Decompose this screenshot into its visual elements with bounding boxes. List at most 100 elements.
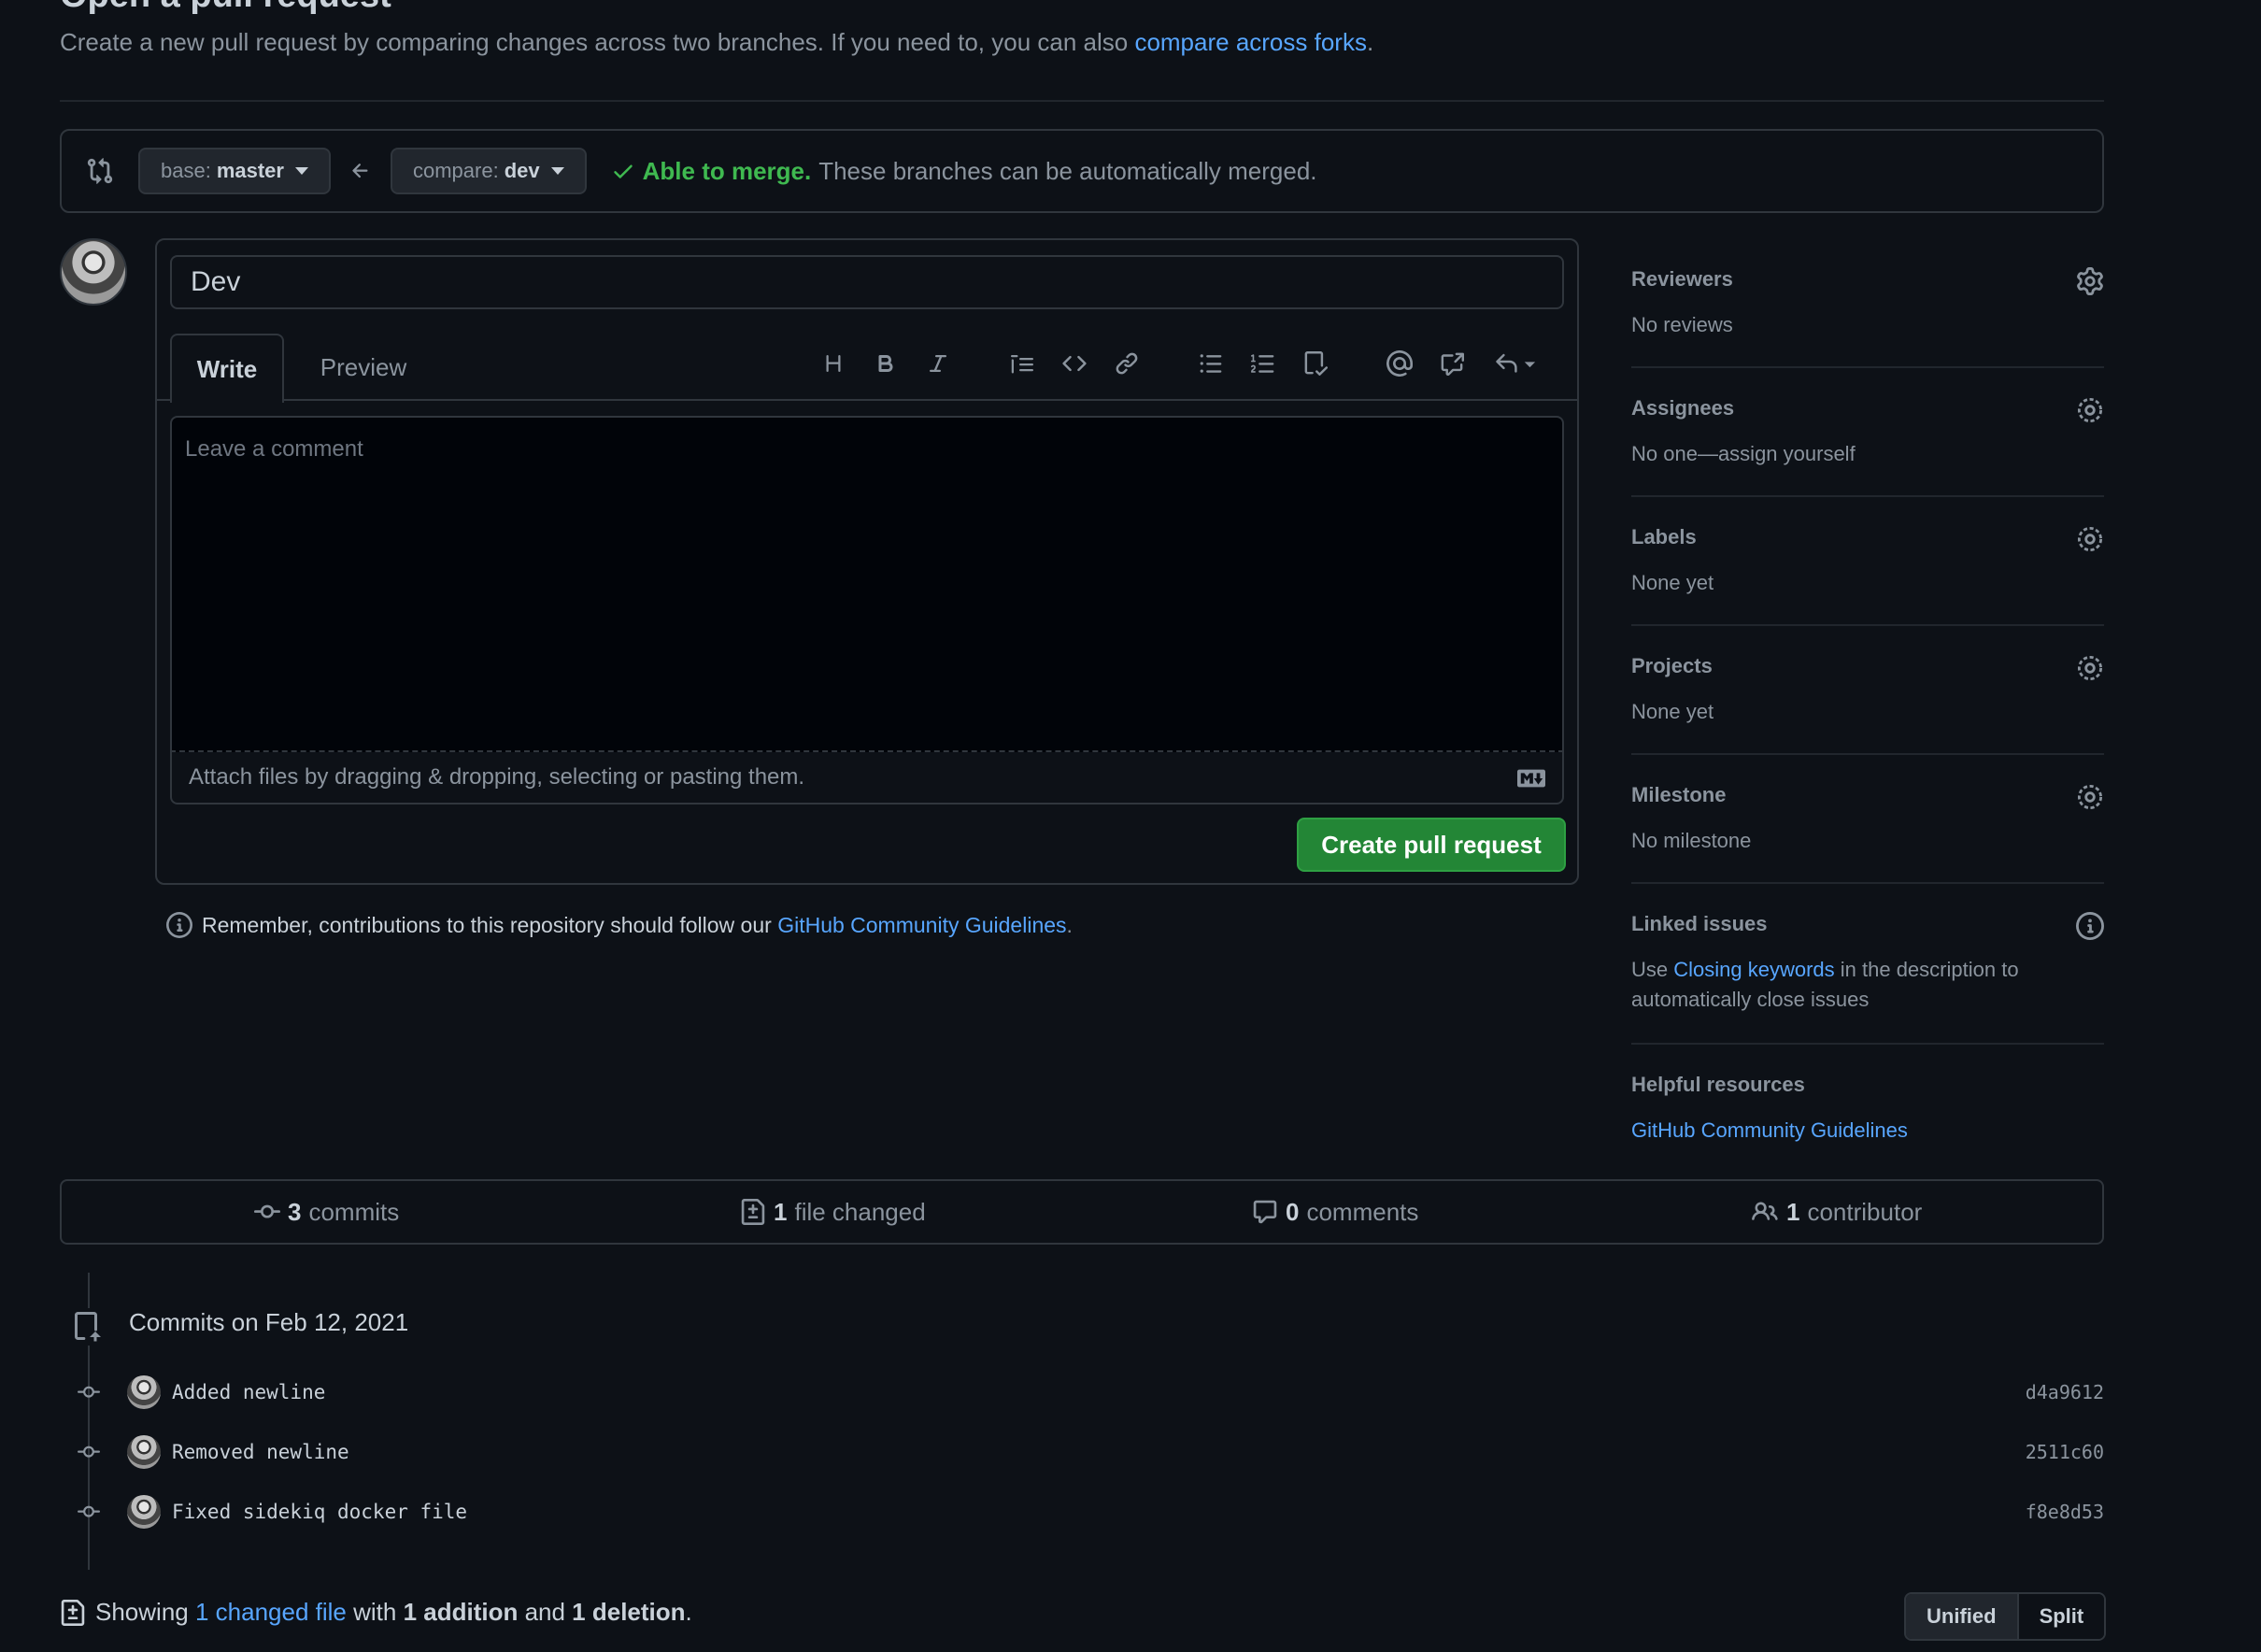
italic-icon[interactable] [919, 345, 957, 382]
avatar[interactable] [127, 1375, 161, 1409]
contribution-reminder: Remember, contributions to this reposito… [166, 912, 1073, 938]
link-icon[interactable] [1108, 345, 1145, 382]
files-changed-stat[interactable]: 1 file changed [740, 1181, 926, 1243]
commit-row[interactable]: Added newline d4a9612 [75, 1374, 2104, 1411]
comments-count: 0 [1286, 1197, 1300, 1226]
check-icon [611, 159, 635, 183]
reviewers-value: No reviews [1631, 313, 1733, 336]
split-view-button[interactable]: Split [2016, 1594, 2105, 1639]
sidebar-divider [1631, 495, 2104, 497]
compare-branch-button[interactable]: compare: dev [390, 148, 587, 194]
mention-icon[interactable] [1381, 345, 1418, 382]
create-pull-request-button[interactable]: Create pull request [1297, 818, 1566, 872]
commit-icon [75, 1441, 103, 1463]
base-branch-button[interactable]: base: master [138, 148, 331, 194]
additions-count: 1 addition [403, 1598, 519, 1626]
gear-icon[interactable] [2076, 525, 2104, 553]
commit-row[interactable]: Fixed sidekiq docker file f8e8d53 [75, 1493, 2104, 1531]
sidebar-projects: Projects None yet [1631, 654, 2104, 727]
avatar[interactable] [127, 1435, 161, 1469]
sidebar-divider [1631, 366, 2104, 368]
avatar[interactable] [127, 1495, 161, 1529]
ordered-list-icon[interactable] [1244, 345, 1282, 382]
caret-down-icon [550, 167, 564, 175]
commit-row[interactable]: Removed newline 2511c60 [75, 1433, 2104, 1471]
summary-pre: Showing [95, 1598, 195, 1626]
milestone-label: Milestone [1631, 783, 1727, 806]
gear-icon[interactable] [2076, 654, 2104, 682]
commit-message[interactable]: Added newline [172, 1381, 325, 1403]
assignees-value[interactable]: No one—assign yourself [1631, 439, 2104, 469]
heading-icon[interactable] [815, 345, 852, 382]
compare-branch-name: dev [504, 159, 540, 182]
reviewers-label: Reviewers [1631, 267, 1733, 291]
community-guidelines-link[interactable]: GitHub Community Guidelines [777, 913, 1066, 937]
gear-icon[interactable] [2076, 396, 2104, 424]
commits-stat[interactable]: 3 commits [254, 1181, 399, 1243]
projects-label: Projects [1631, 654, 1713, 677]
sidebar-reviewers: Reviewers No reviews [1631, 267, 2104, 340]
assignees-label: Assignees [1631, 396, 1735, 420]
pr-stats-bar: 3 commits 1 file changed 0 comments 1 co… [60, 1179, 2104, 1245]
subtitle-end: . [1366, 28, 1374, 56]
comment-textarea[interactable] [170, 416, 1564, 752]
sidebar-linked-issues: Linked issues Use Closing keywords in th… [1631, 912, 2104, 1015]
avatar[interactable] [60, 238, 127, 306]
info-icon[interactable] [2076, 912, 2104, 940]
tab-preview[interactable]: Preview [303, 334, 424, 401]
markdown-icon[interactable] [1517, 769, 1545, 788]
commit-sha[interactable]: f8e8d53 [2026, 1501, 2104, 1523]
compare-across-forks-link[interactable]: compare across forks [1134, 28, 1367, 56]
projects-value: None yet [1631, 700, 1714, 723]
arrow-left-icon [349, 160, 372, 182]
helpful-guidelines-link[interactable]: GitHub Community Guidelines [1631, 1118, 1908, 1142]
pull-request-form: Write Preview Attach files by dragging &… [155, 238, 1579, 885]
gear-icon[interactable] [2076, 783, 2104, 811]
cross-reference-icon[interactable] [1433, 345, 1471, 382]
quote-icon[interactable] [1003, 345, 1041, 382]
tab-write[interactable]: Write [170, 334, 284, 403]
diff-view-toggle: Unified Split [1904, 1592, 2107, 1641]
page-title: Open a pull request [60, 0, 391, 16]
branch-range-bar: base: master compare: dev Able to merge.… [60, 129, 2104, 213]
changed-file-link[interactable]: 1 changed file [195, 1598, 347, 1626]
info-icon [166, 912, 192, 938]
summary-mid: with [346, 1598, 404, 1626]
sidebar-divider [1631, 1043, 2104, 1045]
commit-sha[interactable]: d4a9612 [2026, 1381, 2104, 1403]
gear-icon[interactable] [2076, 267, 2104, 295]
contributors-count: 1 [1786, 1197, 1800, 1226]
git-compare-icon [86, 157, 114, 185]
files-count: 1 [774, 1197, 788, 1226]
commit-message[interactable]: Fixed sidekiq docker file [172, 1501, 467, 1523]
commit-icon [254, 1199, 280, 1225]
sidebar-divider [1631, 624, 2104, 626]
files-label: file changed [794, 1197, 926, 1226]
caret-down-icon [294, 167, 308, 175]
sidebar-helpful-resources: Helpful resources GitHub Community Guide… [1631, 1073, 2104, 1146]
bold-icon[interactable] [867, 345, 904, 382]
closing-keywords-link[interactable]: Closing keywords [1673, 958, 1834, 981]
unified-view-button[interactable]: Unified [1906, 1594, 2017, 1639]
deletions-count: 1 deletion [572, 1598, 686, 1626]
commit-message[interactable]: Removed newline [172, 1441, 349, 1463]
header-divider [60, 100, 2104, 102]
commits-count: 3 [288, 1197, 302, 1226]
attach-files-bar[interactable]: Attach files by dragging & dropping, sel… [170, 752, 1564, 805]
sidebar-divider [1631, 753, 2104, 755]
base-prefix: base: [161, 159, 211, 182]
labels-value: None yet [1631, 571, 1714, 594]
sidebar-divider [1631, 882, 2104, 884]
pr-title-input[interactable] [170, 255, 1564, 309]
reply-icon[interactable] [1487, 345, 1543, 382]
task-list-icon[interactable] [1297, 345, 1334, 382]
unordered-list-icon[interactable] [1192, 345, 1230, 382]
page-subtitle: Create a new pull request by comparing c… [60, 28, 1373, 57]
comments-stat[interactable]: 0 comments [1252, 1181, 1418, 1243]
contributors-stat[interactable]: 1 contributor [1751, 1181, 1922, 1243]
linked-pre: Use [1631, 958, 1674, 981]
code-icon[interactable] [1056, 345, 1093, 382]
git-commit-group-icon [73, 1308, 103, 1346]
commit-sha[interactable]: 2511c60 [2026, 1441, 2104, 1463]
diff-summary: Showing 1 changed file with 1 addition a… [60, 1598, 692, 1627]
